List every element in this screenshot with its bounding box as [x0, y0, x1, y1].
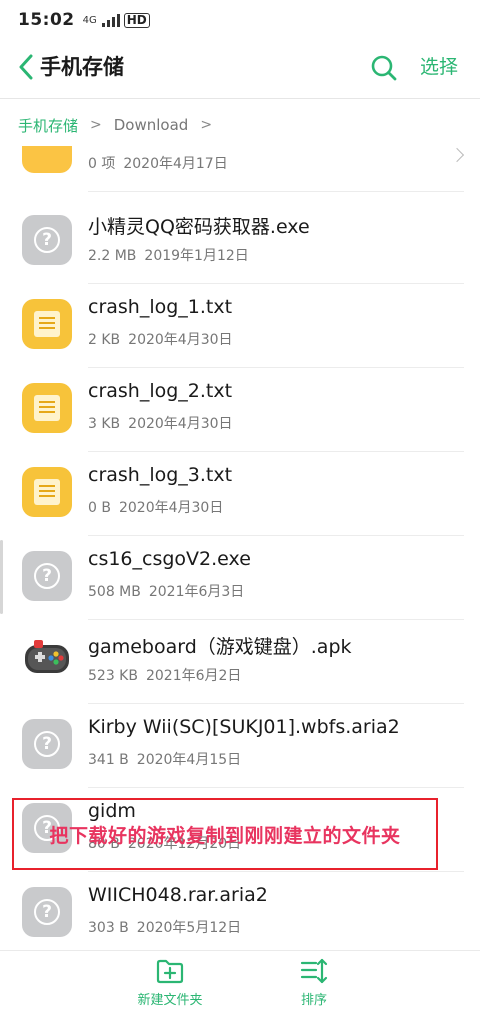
- text-file-icon: [22, 467, 72, 517]
- file-meta: 2.2 MB 2019年1月12日: [88, 245, 249, 265]
- file-size: 523 KB: [88, 668, 138, 684]
- file-date: 2020年4月17日: [123, 156, 228, 172]
- list-item[interactable]: ? WIICH048.rar.aria2 303 B 2020年5月12日: [0, 872, 480, 950]
- scroll-edge-indicator: [0, 540, 3, 614]
- list-item[interactable]: ? cs16_csgoV2.exe 508 MB 2021年6月3日: [0, 536, 480, 620]
- file-meta: 3 KB 2020年4月30日: [88, 413, 233, 433]
- search-button[interactable]: [368, 52, 400, 84]
- file-size: 2 KB: [88, 332, 121, 348]
- chevron-right-icon: [449, 147, 465, 163]
- back-button[interactable]: [12, 52, 40, 82]
- sort-label: 排序: [300, 993, 327, 1008]
- file-date: 2020年5月12日: [136, 920, 242, 936]
- text-file-icon: [22, 383, 72, 433]
- file-name: WIICH048.rar.aria2: [88, 884, 268, 906]
- file-size: 508 MB: [88, 584, 141, 600]
- signal-icon: [101, 13, 120, 27]
- file-name: crash_log_3.txt: [88, 464, 233, 486]
- text-file-icon: [22, 299, 72, 349]
- file-size: 2.2 MB: [88, 248, 137, 264]
- app-header: 手机存储 选择: [0, 40, 480, 96]
- file-size: 303 B: [88, 920, 129, 936]
- bottom-action-bar: 新建文件夹 排序: [0, 950, 480, 1015]
- file-meta: 0 B 2020年4月30日: [88, 497, 223, 517]
- file-size: 3 KB: [88, 416, 121, 432]
- file-meta: 523 KB 2021年6月2日: [88, 665, 241, 685]
- new-folder-label: 新建文件夹: [137, 993, 203, 1008]
- list-item[interactable]: crash_log_2.txt 3 KB 2020年4月30日: [0, 368, 480, 452]
- breadcrumb-current[interactable]: Download: [114, 116, 189, 134]
- file-date: 2020年4月15日: [136, 752, 242, 768]
- select-button[interactable]: 选择: [420, 52, 458, 82]
- sort-icon: [300, 958, 328, 984]
- unknown-file-icon: ?: [22, 719, 72, 769]
- list-item[interactable]: ? Kirby Wii(SC)[SUKJ01].wbfs.aria2 341 B…: [0, 704, 480, 788]
- file-name: gameboard（游戏键盘）.apk: [88, 636, 352, 658]
- file-name: cs16_csgoV2.exe: [88, 548, 251, 570]
- file-meta: 2 KB 2020年4月30日: [88, 329, 233, 349]
- hd-badge: HD: [123, 12, 150, 28]
- unknown-file-icon: ?: [22, 887, 72, 937]
- file-size: 341 B: [88, 752, 129, 768]
- status-bar: 15:02 4G HD: [0, 0, 480, 40]
- chevron-right-icon: >: [90, 117, 102, 133]
- row-divider: [88, 191, 464, 192]
- search-icon: [371, 55, 397, 81]
- breadcrumb-root[interactable]: 手机存储: [18, 115, 78, 136]
- network-type: 4G: [82, 14, 97, 26]
- annotation-text: 把下载好的游戏复制到刚刚建立的文件夹: [49, 824, 401, 847]
- file-date: 2020年4月30日: [128, 416, 233, 432]
- folder-icon: [22, 146, 72, 173]
- unknown-file-icon: ?: [22, 215, 72, 265]
- file-date: 2021年6月3日: [148, 584, 245, 600]
- file-meta: 341 B 2020年4月15日: [88, 749, 241, 769]
- file-meta: 0 项 2020年4月17日: [88, 153, 228, 173]
- unknown-file-icon: ?: [22, 551, 72, 601]
- header-divider: [0, 98, 480, 99]
- annotation-box: 把下载好的游戏复制到刚刚建立的文件夹: [12, 798, 438, 870]
- file-meta: 508 MB 2021年6月3日: [88, 581, 244, 601]
- file-size: 0 B: [88, 500, 111, 516]
- file-date: 2020年4月30日: [128, 332, 233, 348]
- gamepad-icon: [22, 635, 72, 685]
- file-size: 0 项: [88, 156, 116, 172]
- file-date: 2019年1月12日: [144, 248, 249, 264]
- list-item[interactable]: 0 项 2020年4月17日: [0, 146, 480, 192]
- file-meta: 303 B 2020年5月12日: [88, 917, 241, 937]
- file-date: 2021年6月2日: [145, 668, 242, 684]
- new-folder-icon: [156, 959, 184, 984]
- list-item[interactable]: gameboard（游戏键盘）.apk 523 KB 2021年6月2日: [0, 620, 480, 704]
- page-title: 手机存储: [40, 55, 124, 79]
- network-indicator: 4G: [83, 13, 120, 27]
- list-item[interactable]: ? 小精灵QQ密码获取器.exe 2.2 MB 2019年1月12日: [0, 200, 480, 284]
- sort-button[interactable]: 排序: [254, 957, 374, 1013]
- file-name: crash_log_2.txt: [88, 380, 233, 402]
- chevron-left-icon: [19, 54, 33, 80]
- status-time: 15:02: [18, 10, 75, 30]
- breadcrumb: 手机存储 > Download >: [0, 106, 480, 144]
- new-folder-button[interactable]: 新建文件夹: [110, 957, 230, 1013]
- chevron-right-icon: >: [200, 117, 213, 133]
- list-item[interactable]: crash_log_1.txt 2 KB 2020年4月30日: [0, 284, 480, 368]
- file-name: 小精灵QQ密码获取器.exe: [88, 216, 310, 238]
- file-date: 2020年4月30日: [118, 500, 224, 516]
- list-item[interactable]: crash_log_3.txt 0 B 2020年4月30日: [0, 452, 480, 536]
- file-name: Kirby Wii(SC)[SUKJ01].wbfs.aria2: [88, 716, 400, 738]
- file-name: crash_log_1.txt: [88, 296, 233, 318]
